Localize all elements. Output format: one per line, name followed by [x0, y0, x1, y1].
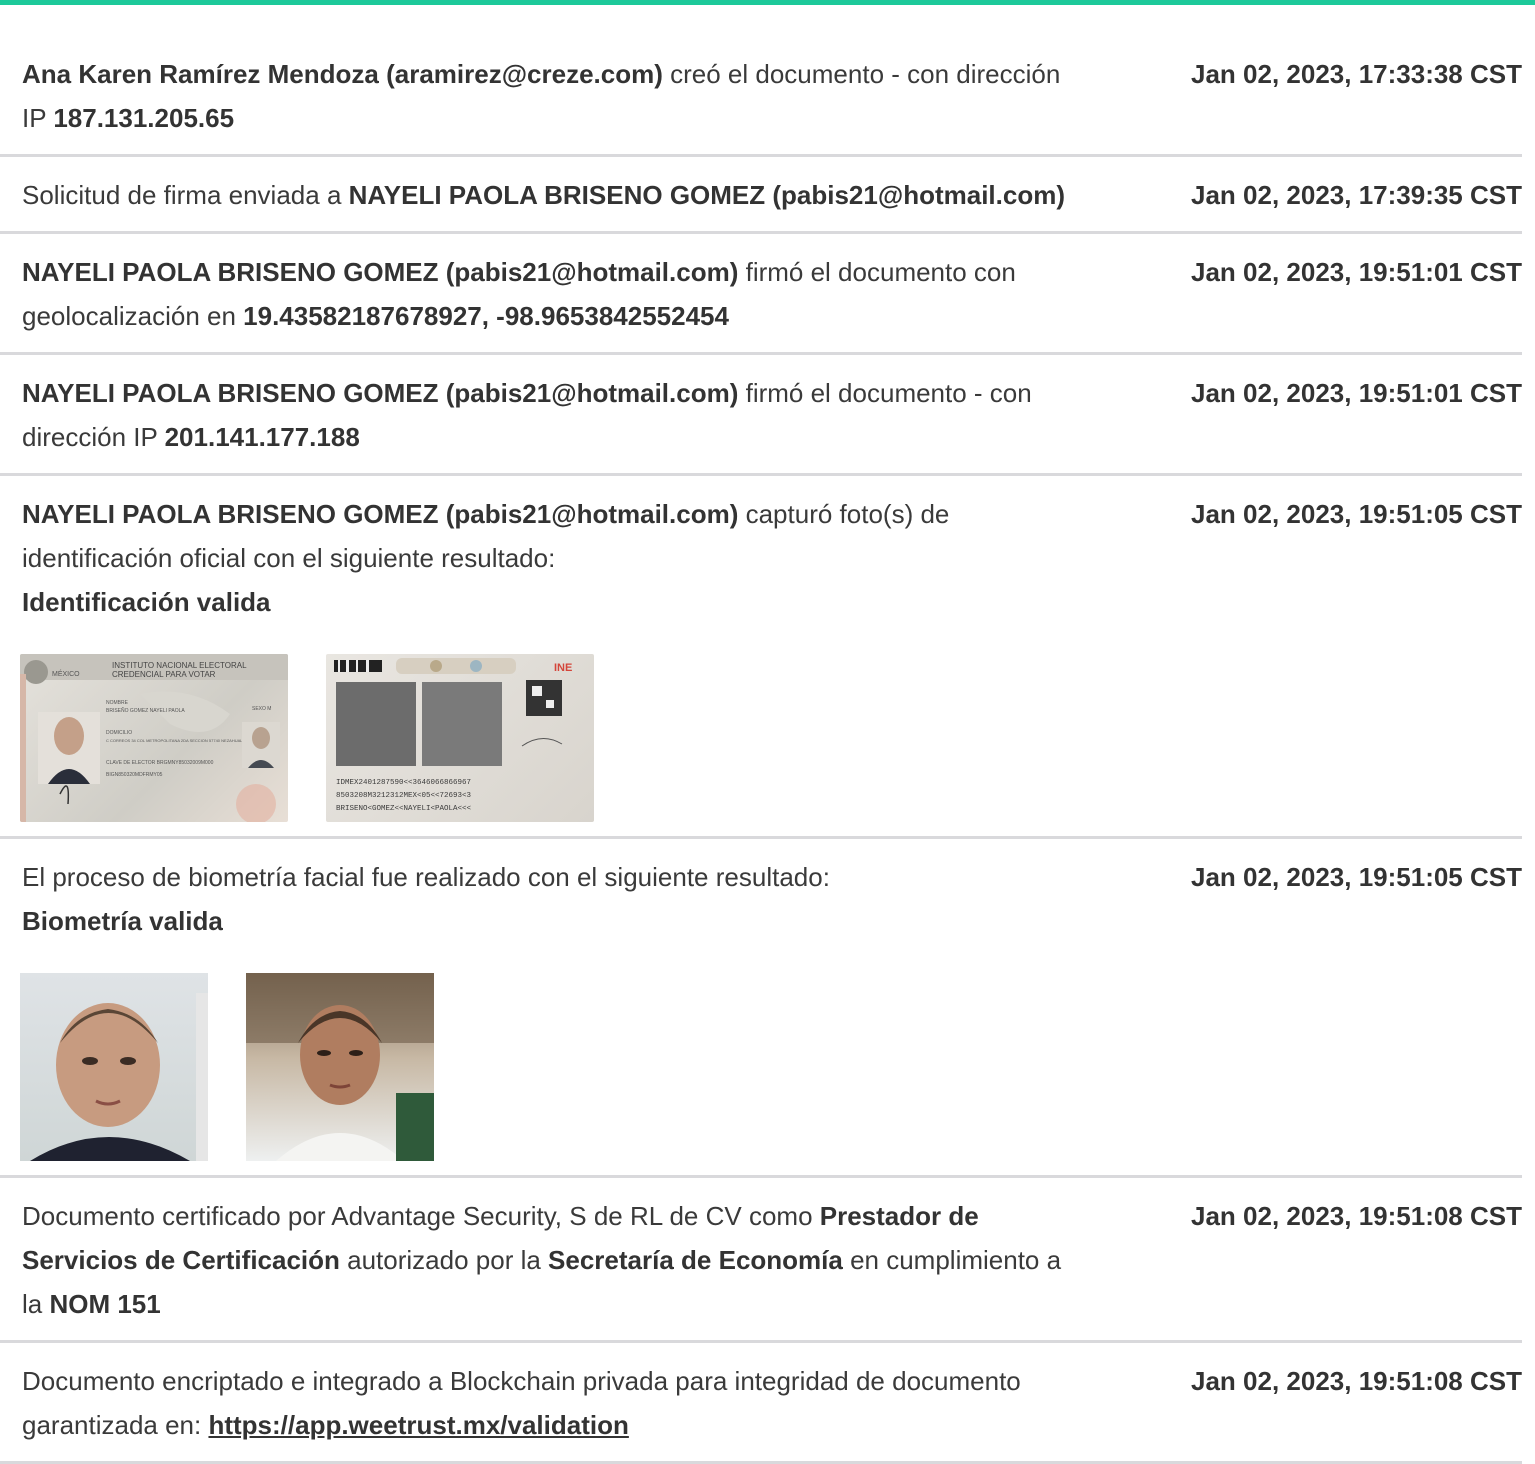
log-entry-fragment: Documento certificado por Advantage Secu…	[22, 1201, 820, 1231]
id-country: MÉXICO	[52, 669, 80, 678]
log-entry-text: NAYELI PAOLA BRISENO GOMEZ (pabis21@hotm…	[22, 250, 1082, 338]
log-entry-text: Ana Karen Ramírez Mendoza (aramirez@crez…	[22, 52, 1082, 140]
log-entry-timestamp: Jan 02, 2023, 19:51:08 CST	[1191, 1366, 1522, 1396]
id-name: BRISEÑO GOMEZ NAYELI PAOLA	[106, 707, 185, 714]
log-entry-text: Documento encriptado e integrado a Block…	[22, 1359, 1082, 1447]
mrz-line-2: 8503208M3212312MEX<05<<72693<3	[336, 792, 472, 800]
log-entry: Documento encriptado e integrado a Block…	[0, 1343, 1522, 1464]
log-entry: Ana Karen Ramírez Mendoza (aramirez@crez…	[0, 36, 1522, 157]
ine-logo: INE	[554, 662, 572, 674]
log-entry-emphasis: NAYELI PAOLA BRISENO GOMEZ (pabis21@hotm…	[22, 257, 739, 287]
top-accent-bar	[0, 0, 1535, 5]
log-entry-fragment: El proceso de biometría facial fue reali…	[22, 862, 830, 892]
log-entry-timestamp: Jan 02, 2023, 19:51:05 CST	[1191, 499, 1522, 529]
log-entry-timestamp: Jan 02, 2023, 19:51:08 CST	[1191, 1201, 1522, 1231]
log-entry-emphasis: 19.43582187678927, -98.9653842552454	[243, 301, 729, 331]
id-sex: SEXO M	[252, 706, 271, 712]
log-entry-emphasis: 187.131.205.65	[53, 103, 235, 133]
log-entry-timestamp: Jan 02, 2023, 19:51:05 CST	[1191, 862, 1522, 892]
biometric-images	[20, 973, 1522, 1161]
validation-link[interactable]: https://app.weetrust.mx/validation	[208, 1410, 628, 1440]
log-entry-text: NAYELI PAOLA BRISENO GOMEZ (pabis21@hotm…	[22, 371, 1082, 459]
log-entry-fragment: Solicitud de firma enviada a	[22, 180, 349, 210]
log-entry-emphasis: NAYELI PAOLA BRISENO GOMEZ (pabis21@hotm…	[348, 180, 1065, 210]
log-entry-text: El proceso de biometría facial fue reali…	[22, 855, 1082, 943]
log-entry: NAYELI PAOLA BRISENO GOMEZ (pabis21@hotm…	[0, 355, 1522, 476]
log-entry-emphasis: Identificación valida	[22, 587, 271, 617]
log-entry-emphasis: Ana Karen Ramírez Mendoza (aramirez@crez…	[22, 59, 663, 89]
log-entry-timestamp: Jan 02, 2023, 17:39:35 CST	[1191, 180, 1522, 210]
log-entry: NAYELI PAOLA BRISENO GOMEZ (pabis21@hotm…	[0, 476, 1522, 839]
id-images: MÉXICO INSTITUTO NACIONAL ELECTORAL CRED…	[20, 654, 1522, 822]
log-entry-text: Documento certificado por Advantage Secu…	[22, 1194, 1082, 1326]
mrz-line-1: IDMEX2401287590<<3646066866967	[336, 779, 471, 787]
log-entry-emphasis: Secretaría de Economía	[548, 1245, 843, 1275]
id-card-front-image: MÉXICO INSTITUTO NACIONAL ELECTORAL CRED…	[20, 654, 288, 822]
log-entry-emphasis: NAYELI PAOLA BRISENO GOMEZ (pabis21@hotm…	[22, 499, 739, 529]
log-entry-fragment: autorizado por la	[339, 1245, 549, 1275]
id-name-label: NOMBRE	[106, 700, 129, 706]
log-entry: NAYELI PAOLA BRISENO GOMEZ (pabis21@hotm…	[0, 234, 1522, 355]
log-entry-timestamp: Jan 02, 2023, 19:51:01 CST	[1191, 257, 1522, 287]
log-entry-emphasis: 201.141.177.188	[164, 422, 360, 452]
log-entry-timestamp: Jan 02, 2023, 19:51:01 CST	[1191, 378, 1522, 408]
log-entry-text: NAYELI PAOLA BRISENO GOMEZ (pabis21@hotm…	[22, 492, 1082, 624]
id-card-type: CREDENCIAL PARA VOTAR	[112, 670, 216, 679]
mrz-line-3: BRISENO<GOMEZ<<NAYELI<PAOLA<<<	[336, 805, 472, 813]
id-elector-key: CLAVE DE ELECTOR BRGMNY85032009M000	[106, 760, 214, 766]
selfie-photo	[246, 973, 434, 1161]
log-entry-emphasis: NOM 151	[49, 1289, 161, 1319]
id-curp: BIGN850320MDFRMY05	[106, 772, 163, 778]
audit-log: Ana Karen Ramírez Mendoza (aramirez@crez…	[0, 36, 1522, 1464]
log-entry-emphasis: NAYELI PAOLA BRISENO GOMEZ (pabis21@hotm…	[22, 378, 739, 408]
id-card-back-image: INE IDMEX2401287590<<3646066866967 85032…	[326, 654, 594, 822]
id-institution: INSTITUTO NACIONAL ELECTORAL	[112, 661, 247, 670]
log-entry-timestamp: Jan 02, 2023, 17:33:38 CST	[1191, 59, 1522, 89]
log-entry: Documento certificado por Advantage Secu…	[0, 1178, 1522, 1343]
log-entry-text: Solicitud de firma enviada a NAYELI PAOL…	[22, 173, 1082, 217]
log-entry: Solicitud de firma enviada a NAYELI PAOL…	[0, 157, 1522, 234]
id-address-label: DOMICILIO	[106, 730, 132, 736]
log-entry: El proceso de biometría facial fue reali…	[0, 839, 1522, 1178]
log-entry-emphasis: Biometría valida	[22, 906, 223, 936]
id-face-photo	[20, 973, 208, 1161]
